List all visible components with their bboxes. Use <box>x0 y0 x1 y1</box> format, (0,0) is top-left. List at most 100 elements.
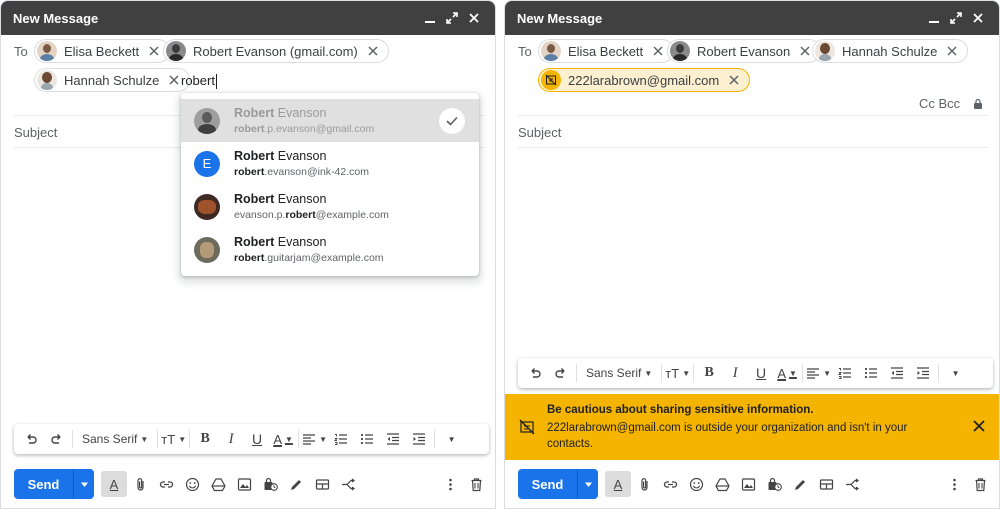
undo-icon[interactable] <box>19 427 43 451</box>
emoji-icon[interactable] <box>683 471 709 497</box>
lock-icon <box>972 97 984 109</box>
confidential-mode-icon[interactable] <box>257 471 283 497</box>
link-icon[interactable] <box>657 471 683 497</box>
suggestion-name: Robert Evanson <box>234 149 327 163</box>
more-formatting-icon[interactable]: ▼ <box>438 427 462 451</box>
remove-recipient-icon[interactable] <box>651 44 665 58</box>
remove-recipient-icon[interactable] <box>167 73 181 87</box>
compose-titlebar[interactable]: New Message <box>505 1 999 35</box>
redo-icon[interactable] <box>549 361 573 385</box>
indent-more-icon[interactable] <box>911 361 935 385</box>
formatting-options-icon[interactable]: A <box>101 471 127 497</box>
suggestion-item[interactable]: E Robert Evanson robert.evanson@ink-42.c… <box>181 142 479 185</box>
remove-recipient-icon[interactable] <box>727 73 741 87</box>
avatar <box>194 193 220 220</box>
remove-recipient-icon[interactable] <box>147 44 161 58</box>
more-formatting-icon[interactable]: ▼ <box>942 361 966 385</box>
recipient-name: Robert Evanson <box>697 43 791 59</box>
emoji-icon[interactable] <box>179 471 205 497</box>
send-options-icon[interactable] <box>577 469 598 499</box>
text-color-icon[interactable]: A ▼ <box>775 361 799 385</box>
recipient-chip[interactable]: Hannah Schulze <box>812 39 969 63</box>
minimize-icon[interactable] <box>925 9 943 27</box>
minimize-icon[interactable] <box>421 9 439 27</box>
workflow-icon[interactable] <box>335 471 361 497</box>
suggestion-item[interactable]: Robert Evanson evanson.p.robert@example.… <box>181 185 479 228</box>
close-icon[interactable] <box>969 9 987 27</box>
signature-icon[interactable] <box>787 471 813 497</box>
indent-more-icon[interactable] <box>407 427 431 451</box>
toolbar-divider <box>938 364 940 382</box>
workflow-icon[interactable] <box>839 471 865 497</box>
cc-bcc-link[interactable]: Cc Bcc <box>919 96 960 111</box>
to-label: To <box>518 44 532 59</box>
recipient-chip[interactable]: Elisa Beckett <box>538 39 675 63</box>
check-icon <box>439 108 465 134</box>
text-size-icon[interactable]: тT ▼ <box>161 427 186 451</box>
close-icon[interactable] <box>465 9 483 27</box>
bold-icon[interactable]: B <box>193 427 217 451</box>
font-select[interactable]: Sans Serif ▼ <box>580 361 658 385</box>
recipient-chip[interactable]: Robert Evanson <box>667 39 822 63</box>
signature-icon[interactable] <box>283 471 309 497</box>
bulleted-list-icon[interactable] <box>355 427 379 451</box>
align-icon[interactable]: ▼ <box>806 361 831 385</box>
underline-icon[interactable]: U <box>749 361 773 385</box>
bold-icon[interactable]: B <box>697 361 721 385</box>
remove-recipient-icon[interactable] <box>366 44 380 58</box>
confidential-mode-icon[interactable] <box>761 471 787 497</box>
photo-icon[interactable] <box>735 471 761 497</box>
numbered-list-icon[interactable] <box>329 427 353 451</box>
link-icon[interactable] <box>153 471 179 497</box>
compose-titlebar[interactable]: New Message <box>1 1 495 35</box>
drive-icon[interactable] <box>709 471 735 497</box>
recipient-name: 222larabrown@gmail.com <box>568 72 720 88</box>
trash-icon[interactable] <box>967 471 993 497</box>
undo-icon[interactable] <box>523 361 547 385</box>
toolbar-divider <box>298 430 300 448</box>
bulleted-list-icon[interactable] <box>859 361 883 385</box>
subject-field[interactable]: Subject <box>14 125 57 140</box>
external-recipient-chip[interactable]: 222larabrown@gmail.com <box>538 68 751 92</box>
photo-icon[interactable] <box>231 471 257 497</box>
italic-icon[interactable]: I <box>219 427 243 451</box>
more-options-icon[interactable] <box>941 471 967 497</box>
recipient-name: Robert Evanson (gmail.com) <box>193 43 358 59</box>
to-input[interactable]: robert <box>181 73 217 90</box>
more-options-icon[interactable] <box>437 471 463 497</box>
subject-field[interactable]: Subject <box>518 125 561 140</box>
suggestion-item[interactable]: Robert Evanson robert.p.evanson@gmail.co… <box>181 99 479 142</box>
send-button[interactable]: Send <box>14 469 73 499</box>
remove-recipient-icon[interactable] <box>945 44 959 58</box>
dismiss-warning-icon[interactable] <box>971 418 987 434</box>
drive-icon[interactable] <box>205 471 231 497</box>
indent-less-icon[interactable] <box>885 361 909 385</box>
trash-icon[interactable] <box>463 471 489 497</box>
numbered-list-icon[interactable] <box>833 361 857 385</box>
recipient-chip[interactable]: Hannah Schulze <box>34 68 191 92</box>
redo-icon[interactable] <box>45 427 69 451</box>
recipient-chip[interactable]: Elisa Beckett <box>34 39 171 63</box>
recipient-name: Elisa Beckett <box>64 43 140 59</box>
align-icon[interactable]: ▼ <box>302 427 327 451</box>
attach-icon[interactable] <box>127 471 153 497</box>
underline-icon[interactable]: U <box>245 427 269 451</box>
text-color-icon[interactable]: A ▼ <box>271 427 295 451</box>
recipient-chip[interactable]: Robert Evanson (gmail.com) <box>163 39 389 63</box>
toolbar-divider <box>189 430 191 448</box>
send-options-icon[interactable] <box>73 469 94 499</box>
send-button[interactable]: Send <box>518 469 577 499</box>
divider <box>518 147 988 148</box>
layouts-icon[interactable] <box>813 471 839 497</box>
layouts-icon[interactable] <box>309 471 335 497</box>
expand-icon[interactable] <box>443 9 461 27</box>
font-select[interactable]: Sans Serif ▼ <box>76 427 154 451</box>
indent-less-icon[interactable] <box>381 427 405 451</box>
attach-icon[interactable] <box>631 471 657 497</box>
text-size-icon[interactable]: тT ▼ <box>665 361 690 385</box>
expand-icon[interactable] <box>947 9 965 27</box>
suggestion-item[interactable]: Robert Evanson robert.guitarjam@example.… <box>181 228 479 271</box>
remove-recipient-icon[interactable] <box>798 44 812 58</box>
formatting-options-icon[interactable]: A <box>605 471 631 497</box>
italic-icon[interactable]: I <box>723 361 747 385</box>
